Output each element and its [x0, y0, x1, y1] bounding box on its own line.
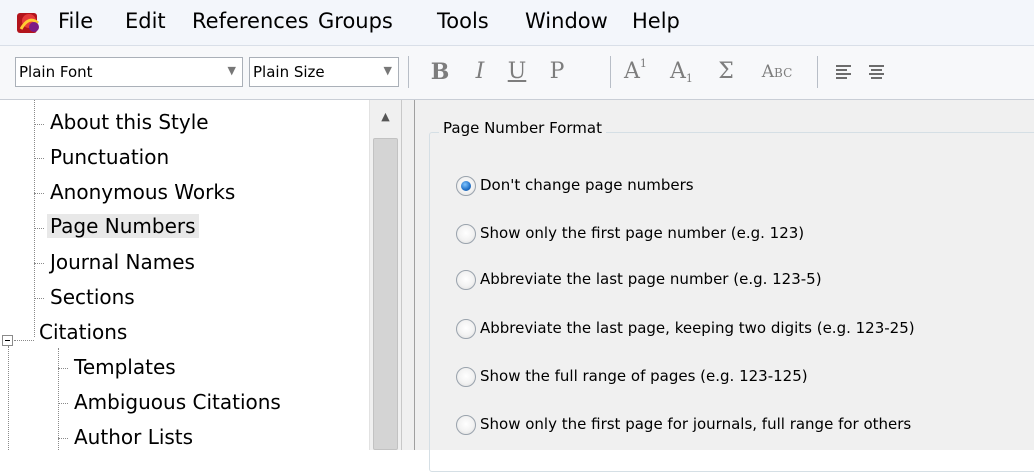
tree-connector	[34, 263, 44, 264]
symbol-button[interactable]: Σ	[714, 57, 738, 87]
subscript-mark: 1	[685, 72, 693, 85]
radio-label: Don't change page numbers	[480, 176, 694, 194]
tree-item-citations[interactable]: Citations	[36, 320, 130, 344]
tree-connector	[58, 438, 68, 439]
style-sections-tree: About this Style Punctuation Anonymous W…	[0, 100, 400, 450]
radio-label: Show the full range of pages (e.g. 123-1…	[480, 367, 808, 385]
tree-connector	[14, 340, 34, 341]
toolbar-separator	[817, 56, 818, 88]
tree-connector	[58, 348, 59, 450]
toolbar-separator	[610, 56, 611, 88]
bold-button[interactable]: B	[428, 57, 452, 87]
endnote-app-icon[interactable]	[16, 11, 42, 35]
plain-button[interactable]: P	[545, 57, 569, 87]
tree-connector	[34, 228, 44, 229]
settings-pane: Page Number Format Don't change page num…	[415, 100, 1034, 472]
tree-item-about-this-style[interactable]: About this Style	[47, 110, 212, 134]
size-select-value: Plain Size	[253, 63, 325, 81]
menu-references[interactable]: References	[192, 9, 309, 33]
menu-tools[interactable]: Tools	[437, 9, 489, 33]
menu-help[interactable]: Help	[632, 9, 680, 33]
radio-label: Show only the first page number (e.g. 12…	[480, 224, 805, 242]
scrollbar-thumb[interactable]	[373, 138, 398, 450]
radio-button[interactable]	[456, 367, 476, 387]
superscript-glyph: A	[624, 59, 640, 84]
tree-connector	[34, 193, 44, 194]
superscript-button[interactable]: A1	[624, 57, 658, 87]
radio-button[interactable]	[456, 319, 476, 339]
subscript-glyph: A	[670, 59, 686, 84]
tree-item-ambiguous-citations[interactable]: Ambiguous Citations	[71, 390, 284, 414]
radio-button[interactable]	[456, 415, 476, 435]
tree-item-journal-names[interactable]: Journal Names	[47, 250, 198, 274]
tree-connector	[34, 100, 35, 337]
menu-edit[interactable]: Edit	[125, 9, 166, 33]
group-title: Page Number Format	[439, 119, 606, 137]
radio-label: Abbreviate the last page, keeping two di…	[480, 319, 915, 337]
tree-connector	[58, 368, 68, 369]
radio-label: Show only the first page for journals, f…	[480, 415, 912, 433]
menu-bar: File Edit References Groups Tools Window…	[0, 0, 1034, 46]
scroll-up-arrow-icon[interactable]: ▲	[370, 100, 401, 130]
tree-scrollbar[interactable]: ▲	[369, 100, 401, 450]
subscript-button[interactable]: A1	[670, 57, 704, 87]
radio-button[interactable]	[456, 224, 476, 244]
align-left-icon[interactable]	[836, 65, 851, 80]
underline-button[interactable]: U	[505, 57, 529, 87]
collapse-icon[interactable]	[2, 335, 13, 346]
smallcaps-button[interactable]: Abc	[752, 57, 802, 87]
radio-button-checked[interactable]	[456, 176, 476, 196]
tree-connector	[8, 346, 9, 450]
chevron-down-icon: ▼	[383, 64, 392, 77]
tree-item-anonymous-works[interactable]: Anonymous Works	[47, 180, 238, 204]
tree-item-templates[interactable]: Templates	[71, 355, 179, 379]
size-select[interactable]: Plain Size ▼	[249, 57, 399, 87]
superscript-mark: 1	[639, 57, 647, 70]
italic-button[interactable]: I	[470, 57, 490, 87]
tree-item-sections[interactable]: Sections	[47, 285, 138, 309]
radio-label: Abbreviate the last page number (e.g. 12…	[480, 270, 822, 288]
toolbar-separator	[408, 56, 409, 88]
font-select-value: Plain Font	[19, 63, 93, 81]
menu-file[interactable]: File	[58, 9, 93, 33]
pane-splitter[interactable]	[401, 100, 415, 450]
formatting-toolbar: Plain Font ▼ Plain Size ▼ B I U P A1 A1 …	[0, 46, 1034, 100]
tree-connector	[34, 124, 44, 125]
tree-connector	[34, 158, 44, 159]
radio-button[interactable]	[456, 270, 476, 290]
tree-item-author-lists[interactable]: Author Lists	[71, 425, 196, 449]
menu-window[interactable]: Window	[525, 9, 608, 33]
menu-groups[interactable]: Groups	[318, 9, 393, 33]
tree-item-punctuation[interactable]: Punctuation	[47, 145, 172, 169]
align-center-icon[interactable]	[869, 65, 884, 80]
tree-connector	[34, 298, 44, 299]
tree-connector	[58, 403, 68, 404]
tree-item-page-numbers[interactable]: Page Numbers	[47, 214, 199, 238]
chevron-down-icon: ▼	[227, 64, 236, 77]
font-select[interactable]: Plain Font ▼	[15, 57, 243, 87]
